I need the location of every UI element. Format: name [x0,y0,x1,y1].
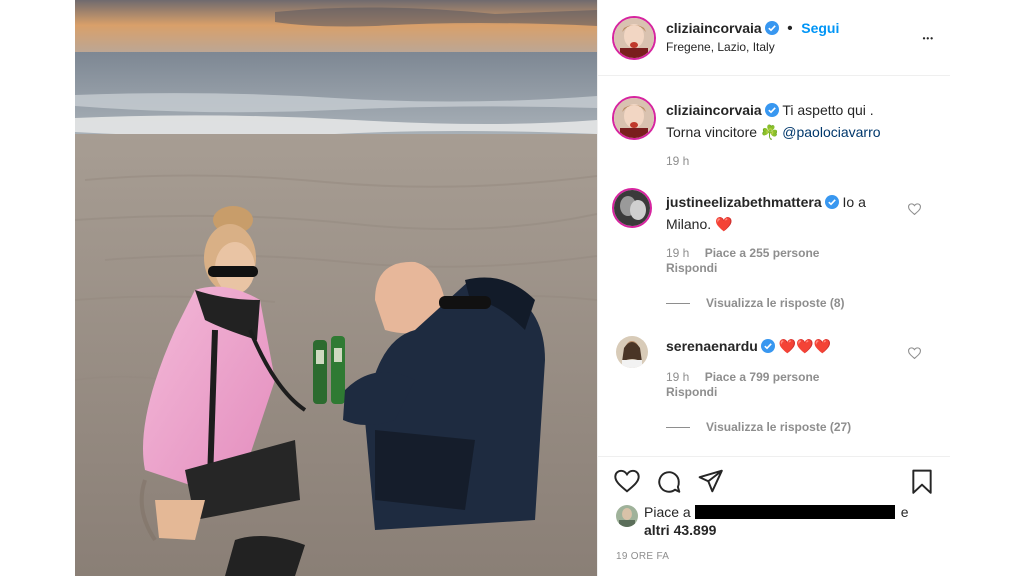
comment-username[interactable]: justineelizabethmattera [666,194,822,210]
caption-avatar-image [614,98,654,138]
post-time-ago[interactable]: 19 ORE FA [616,551,669,562]
comment-username[interactable]: serenaenardu [666,338,758,354]
caption-text-line2: Torna vincitore [666,124,758,140]
separator-dot: • [787,20,793,37]
comment-avatar[interactable] [616,336,648,368]
comment-text-line1: Io a [842,194,866,210]
comment-avatar-image [614,190,650,226]
liker-avatar[interactable] [616,505,638,527]
verified-badge-icon [824,194,839,214]
caption-text-line1: Ti aspetto qui . [782,102,874,118]
redacted-name-bar [694,505,895,519]
post-location[interactable]: Fregene, Lazio, Italy [666,40,775,54]
follow-button[interactable]: Segui [801,20,839,36]
liker-avatar-image [616,505,638,527]
comment-avatar-image [616,336,648,368]
comment-timestamp[interactable]: 19 h [666,370,689,384]
view-replies-label[interactable]: Visualizza le risposte (27) [706,420,851,434]
replies-divider-line [666,427,690,429]
verified-badge-icon [764,102,779,122]
share-send-icon[interactable] [698,469,724,498]
replies-divider-line [666,303,690,305]
more-horizontal-icon[interactable]: ••• [923,34,934,43]
comment-like-count[interactable]: Piace a 255 persone [705,246,820,260]
comment-avatar[interactable] [612,188,652,228]
hearts-emoji: ❤️❤️❤️ [778,338,832,354]
view-replies-label[interactable]: Visualizza le risposte (8) [706,296,845,310]
view-replies-button[interactable]: Visualizza le risposte (27) [666,420,851,434]
post-photo[interactable] [75,0,597,576]
author-avatar-image [614,18,654,58]
post-actions: Piace a e altri 43.899 19 ORE FA [598,456,950,576]
verified-badge-icon [764,21,779,40]
view-replies-button[interactable]: Visualizza le risposte (8) [666,296,845,310]
instagram-post: cliziaincorvaia • Segui Fregene, Lazio, … [75,0,950,576]
comment-timestamp[interactable]: 19 h [666,246,689,260]
comment-like-heart-icon[interactable] [907,202,922,220]
save-bookmark-icon[interactable] [910,469,934,500]
comment-text-line2: Milano. [666,216,712,232]
reply-button[interactable]: Rispondi [666,261,717,275]
reply-button[interactable]: Rispondi [666,385,717,399]
post-side-panel: cliziaincorvaia • Segui Fregene, Lazio, … [597,0,950,576]
comment-like-count[interactable]: Piace a 799 persone [705,370,820,384]
likes-others-count[interactable]: altri 43.899 [644,522,716,538]
author-avatar[interactable] [612,16,656,60]
caption-username[interactable]: cliziaincorvaia [666,102,762,118]
likes-suffix: e [900,504,909,520]
likes-prefix: Piace a [644,504,691,520]
likes-summary[interactable]: Piace a e altri 43.899 [644,503,934,539]
post-header: cliziaincorvaia • Segui Fregene, Lazio, … [598,0,950,76]
comment-bubble-icon[interactable] [656,469,682,500]
heart-emoji: ❤️ [715,216,733,232]
like-heart-icon[interactable] [614,469,640,498]
mention-link[interactable]: @paolociavarro [782,124,880,140]
author-username[interactable]: cliziaincorvaia [666,20,762,36]
verified-badge-icon [760,338,775,358]
caption-timestamp[interactable]: 19 h [666,154,689,168]
comment-like-heart-icon[interactable] [907,346,922,364]
shamrock-emoji: ☘️ [760,124,779,140]
caption-avatar[interactable] [612,96,656,140]
